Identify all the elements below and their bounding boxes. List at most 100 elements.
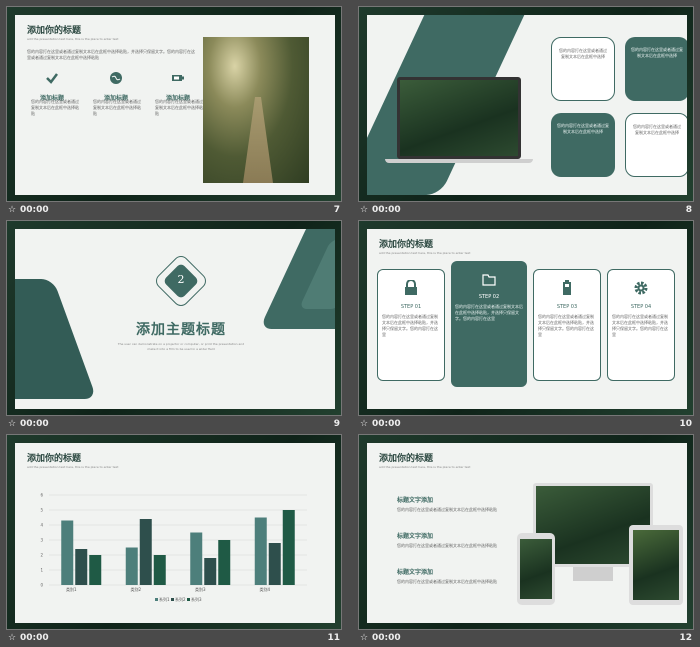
check-icon xyxy=(46,73,58,84)
text-entry: 标题文字添加 您的内容打在这里或者通过复制文本后在此框中选择粘贴 xyxy=(397,533,497,548)
intro-text: 您的内容打在这里或者通过复制文本后在此框中选择粘贴，并选择只保留文字。您的内容打… xyxy=(27,49,195,60)
slide-timing: 00:00 xyxy=(372,633,401,643)
step-card: STEP 03 您的内容打在这里或者通过复制文本后在此框中选择粘贴，并选择只保留… xyxy=(533,269,601,381)
y-tick-label: 4 xyxy=(40,523,43,528)
feature-text: 您的内容打在这里或者通过复制文本后在此框中选择粘贴 xyxy=(31,99,79,116)
slide-thumbnail-11[interactable]: 添加你的标题 add the presentation text here, t… xyxy=(6,434,342,643)
bar-2 xyxy=(268,543,281,585)
section-number: 2 xyxy=(177,273,185,286)
step-card-active: STEP 02 您的内容打在这里或者通过复制文本后在此框中选择粘贴，并选择只保留… xyxy=(451,261,527,387)
slide-status-bar: ☆ 00:00 8 xyxy=(358,203,694,219)
text-entry: 标题文字添加 您的内容打在这里或者通过复制文本后在此框中选择粘贴 xyxy=(397,569,497,584)
bar-2 xyxy=(139,519,152,585)
step-label: STEP 04 xyxy=(630,304,652,310)
star-icon: ☆ xyxy=(8,205,17,215)
slide-timing: 00:00 xyxy=(20,205,49,215)
tablet-mockup xyxy=(629,525,683,605)
gear-icon xyxy=(634,281,648,295)
lock-icon xyxy=(405,279,417,295)
slide-status-bar: ☆ 00:00 7 xyxy=(6,203,342,219)
x-tick-label: 类别2 xyxy=(130,586,141,592)
slide-status-bar: ☆ 00:00 11 xyxy=(6,631,342,647)
slide-status-bar: ☆ 00:00 10 xyxy=(358,417,694,433)
slide-canvas: 添加你的标题 add the presentation text here, t… xyxy=(367,229,687,409)
x-tick-label: 类别3 xyxy=(195,586,206,592)
bar-2 xyxy=(204,558,217,585)
slide-subtitle: add the presentation text here, this is … xyxy=(27,37,119,41)
section-caption: The user can demonstrate on a projector … xyxy=(117,342,245,351)
step-card: STEP 01 您的内容打在这里或者通过复制文本后在此框中选择粘贴，并选择只保留… xyxy=(377,269,445,381)
slide-timing: 00:00 xyxy=(20,419,49,429)
slide-title: 添加你的标题 xyxy=(27,26,82,36)
slide-canvas: 添加你的标题 add the presentation text here, t… xyxy=(367,443,687,623)
slide-subtitle: add the presentation text here, this is … xyxy=(379,251,471,255)
battery-icon xyxy=(563,280,571,295)
slide-canvas: 2 添加主题标题 The user can demonstrate on a p… xyxy=(15,229,335,409)
slide-number: 12 xyxy=(679,633,692,643)
slide-canvas: 添加你的标题 add the presentation text here, t… xyxy=(15,443,335,623)
feature-item: 添加标题 xyxy=(37,70,67,102)
slide-number: 8 xyxy=(685,205,692,215)
slide-canvas: 您的内容打在这里或者通过复制文本后在此框中选择 您的内容打在这里或者通过复制文本… xyxy=(367,15,687,195)
monitor-stand xyxy=(573,567,613,581)
slide-thumbnail-7[interactable]: 添加你的标题 add the presentation text here, t… xyxy=(6,6,342,215)
y-tick-label: 6 xyxy=(40,493,43,498)
step-text: 您的内容打在这里或者通过复制文本后在此框中选择粘贴，并选择只保留文字。您的内容打… xyxy=(612,314,668,337)
folder-icon xyxy=(482,274,496,286)
step-card: STEP 04 您的内容打在这里或者通过复制文本后在此框中选择粘贴，并选择只保留… xyxy=(607,269,675,381)
text-box: 您的内容打在这里或者通过复制文本后在此框中选择 xyxy=(551,37,615,101)
legend-swatch xyxy=(155,598,158,601)
star-icon: ☆ xyxy=(360,419,369,429)
star-icon: ☆ xyxy=(8,633,17,643)
slide-timing: 00:00 xyxy=(372,205,401,215)
slide-title: 添加你的标题 xyxy=(379,454,434,464)
battery-icon xyxy=(172,75,184,81)
slide-thumbnail-9[interactable]: 2 添加主题标题 The user can demonstrate on a p… xyxy=(6,220,342,429)
step-label: STEP 01 xyxy=(400,304,422,310)
text-entry: 标题文字添加 您的内容打在这里或者通过复制文本后在此框中选择粘贴 xyxy=(397,497,497,512)
bar-3 xyxy=(282,510,295,585)
y-tick-label: 1 xyxy=(40,568,43,573)
feature-text: 您的内容打在这里或者通过复制文本后在此框中选择粘贴 xyxy=(93,99,141,116)
bar-3 xyxy=(218,540,231,585)
bar-2 xyxy=(75,549,88,585)
laptop-base xyxy=(385,159,533,163)
step-text: 您的内容打在这里或者通过复制文本后在此框中选择粘贴，并选择只保留文字。您的内容打… xyxy=(538,314,594,337)
globe-icon xyxy=(110,72,122,84)
slide-thumbnail-8[interactable]: 您的内容打在这里或者通过复制文本后在此框中选择 您的内容打在这里或者通过复制文本… xyxy=(358,6,694,215)
slide-subtitle: add the presentation text here, this is … xyxy=(379,465,471,469)
slide-thumbnail-12[interactable]: 添加你的标题 add the presentation text here, t… xyxy=(358,434,694,643)
feature-item: 添加标题 xyxy=(101,70,131,102)
legend-swatch xyxy=(171,598,174,601)
bar-1 xyxy=(254,517,267,585)
feature-item: 添加标题 xyxy=(163,70,193,102)
legend-label: 系列3 xyxy=(191,596,202,602)
legend-label: 系列2 xyxy=(175,596,186,602)
star-icon: ☆ xyxy=(8,419,17,429)
step-label: STEP 03 xyxy=(556,304,578,310)
bar-1 xyxy=(61,520,74,585)
section-heading: 添加主题标题 xyxy=(136,322,226,338)
slide-thumbnail-10[interactable]: 添加你的标题 add the presentation text here, t… xyxy=(358,220,694,429)
decorative-shape-left xyxy=(15,279,97,399)
phone-mockup xyxy=(517,533,555,605)
feature-text: 您的内容打在这里或者通过复制文本后在此框中选择粘贴 xyxy=(155,99,203,116)
bar-1 xyxy=(190,532,203,585)
bar-3 xyxy=(153,555,166,585)
step-label: STEP 02 xyxy=(478,294,500,300)
slide-number: 11 xyxy=(327,633,340,643)
step-text: 您的内容打在这里或者通过复制文本后在此框中选择粘贴，并选择只保留文字。您的内容打… xyxy=(455,304,523,321)
bar-3 xyxy=(89,555,102,585)
text-box: 您的内容打在这里或者通过复制文本后在此框中选择 xyxy=(551,113,615,177)
laptop-screen xyxy=(397,77,521,159)
star-icon: ☆ xyxy=(360,633,369,643)
legend-swatch xyxy=(187,598,190,601)
slide-title: 添加你的标题 xyxy=(379,240,434,250)
legend-label: 系列1 xyxy=(159,596,170,602)
bar-1 xyxy=(125,547,138,585)
text-box: 您的内容打在这里或者通过复制文本后在此框中选择 xyxy=(625,113,687,177)
forest-path-photo xyxy=(203,37,309,183)
bar-chart: 0 1 2 3 4 5 6 类别1 类别2 类别3 类别4 系列1 系列2 系列3 xyxy=(40,493,307,602)
y-tick-label: 2 xyxy=(40,553,43,558)
slide-number: 9 xyxy=(333,419,340,429)
